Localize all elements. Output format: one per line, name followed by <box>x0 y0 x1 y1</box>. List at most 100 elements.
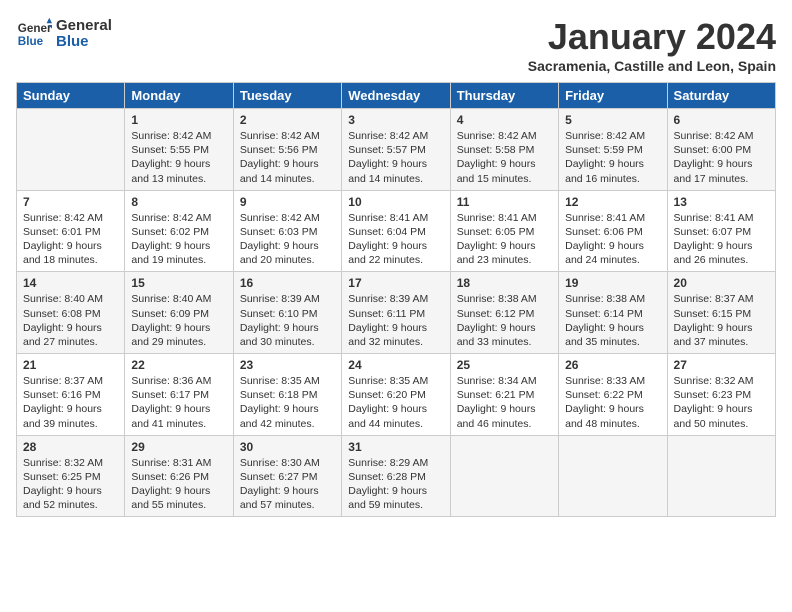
cell-text: Daylight: 9 hours <box>240 157 335 171</box>
cell-text: Sunrise: 8:32 AM <box>674 374 769 388</box>
cell-text: Sunset: 6:00 PM <box>674 143 769 157</box>
day-number: 5 <box>565 113 660 127</box>
calendar-cell: 2Sunrise: 8:42 AMSunset: 5:56 PMDaylight… <box>233 109 341 191</box>
calendar-cell: 15Sunrise: 8:40 AMSunset: 6:09 PMDayligh… <box>125 272 233 354</box>
cell-text: and 24 minutes. <box>565 253 660 267</box>
calendar-cell: 28Sunrise: 8:32 AMSunset: 6:25 PMDayligh… <box>17 435 125 517</box>
day-number: 24 <box>348 358 443 372</box>
cell-text: Daylight: 9 hours <box>348 402 443 416</box>
day-number: 4 <box>457 113 552 127</box>
cell-text: and 55 minutes. <box>131 498 226 512</box>
cell-text: Daylight: 9 hours <box>565 239 660 253</box>
cell-text: Sunset: 6:02 PM <box>131 225 226 239</box>
cell-text: Sunrise: 8:40 AM <box>131 292 226 306</box>
cell-text: Sunrise: 8:37 AM <box>674 292 769 306</box>
cell-text: and 44 minutes. <box>348 417 443 431</box>
cell-text: Sunrise: 8:42 AM <box>240 129 335 143</box>
cell-text: Daylight: 9 hours <box>565 402 660 416</box>
day-number: 27 <box>674 358 769 372</box>
cell-text: Daylight: 9 hours <box>240 484 335 498</box>
day-number: 6 <box>674 113 769 127</box>
day-number: 1 <box>131 113 226 127</box>
cell-text: Sunrise: 8:41 AM <box>674 211 769 225</box>
cell-text: Sunrise: 8:29 AM <box>348 456 443 470</box>
calendar-cell: 16Sunrise: 8:39 AMSunset: 6:10 PMDayligh… <box>233 272 341 354</box>
calendar-cell: 23Sunrise: 8:35 AMSunset: 6:18 PMDayligh… <box>233 354 341 436</box>
cell-text: Sunset: 6:03 PM <box>240 225 335 239</box>
cell-text: Daylight: 9 hours <box>240 321 335 335</box>
cell-text: Sunrise: 8:41 AM <box>565 211 660 225</box>
calendar-cell: 30Sunrise: 8:30 AMSunset: 6:27 PMDayligh… <box>233 435 341 517</box>
cell-text: and 30 minutes. <box>240 335 335 349</box>
day-header-sunday: Sunday <box>17 83 125 109</box>
calendar-header-row: SundayMondayTuesdayWednesdayThursdayFrid… <box>17 83 776 109</box>
cell-text: Sunset: 6:18 PM <box>240 388 335 402</box>
day-header-monday: Monday <box>125 83 233 109</box>
calendar-week-row: 28Sunrise: 8:32 AMSunset: 6:25 PMDayligh… <box>17 435 776 517</box>
cell-text: Sunrise: 8:42 AM <box>23 211 118 225</box>
cell-text: Sunrise: 8:38 AM <box>565 292 660 306</box>
cell-text: and 46 minutes. <box>457 417 552 431</box>
day-number: 15 <box>131 276 226 290</box>
svg-text:Blue: Blue <box>18 35 44 48</box>
cell-text: Sunrise: 8:35 AM <box>348 374 443 388</box>
cell-text: Sunset: 6:21 PM <box>457 388 552 402</box>
cell-text: Sunrise: 8:42 AM <box>131 211 226 225</box>
cell-text: Daylight: 9 hours <box>457 402 552 416</box>
cell-text: and 15 minutes. <box>457 172 552 186</box>
cell-text: and 27 minutes. <box>23 335 118 349</box>
cell-text: Daylight: 9 hours <box>131 239 226 253</box>
cell-text: Daylight: 9 hours <box>131 157 226 171</box>
day-header-tuesday: Tuesday <box>233 83 341 109</box>
cell-text: Daylight: 9 hours <box>131 321 226 335</box>
calendar-cell: 12Sunrise: 8:41 AMSunset: 6:06 PMDayligh… <box>559 190 667 272</box>
cell-text: and 14 minutes. <box>348 172 443 186</box>
cell-text: Daylight: 9 hours <box>674 239 769 253</box>
cell-text: and 14 minutes. <box>240 172 335 186</box>
cell-text: Sunset: 6:07 PM <box>674 225 769 239</box>
calendar-cell: 20Sunrise: 8:37 AMSunset: 6:15 PMDayligh… <box>667 272 775 354</box>
cell-text: Sunrise: 8:42 AM <box>240 211 335 225</box>
cell-text: Sunset: 5:57 PM <box>348 143 443 157</box>
cell-text: Daylight: 9 hours <box>565 321 660 335</box>
logo-icon: General Blue <box>16 16 52 52</box>
cell-text: Sunset: 6:11 PM <box>348 307 443 321</box>
day-number: 7 <box>23 195 118 209</box>
logo-blue: Blue <box>56 34 112 51</box>
svg-text:General: General <box>18 22 52 35</box>
cell-text: Sunset: 6:27 PM <box>240 470 335 484</box>
day-number: 22 <box>131 358 226 372</box>
day-number: 17 <box>348 276 443 290</box>
day-number: 12 <box>565 195 660 209</box>
day-number: 20 <box>674 276 769 290</box>
cell-text: Sunrise: 8:38 AM <box>457 292 552 306</box>
calendar-cell: 5Sunrise: 8:42 AMSunset: 5:59 PMDaylight… <box>559 109 667 191</box>
cell-text: Sunset: 6:05 PM <box>457 225 552 239</box>
calendar-cell: 25Sunrise: 8:34 AMSunset: 6:21 PMDayligh… <box>450 354 558 436</box>
calendar-cell: 7Sunrise: 8:42 AMSunset: 6:01 PMDaylight… <box>17 190 125 272</box>
cell-text: and 26 minutes. <box>674 253 769 267</box>
logo-general: General <box>56 18 112 35</box>
calendar-cell: 24Sunrise: 8:35 AMSunset: 6:20 PMDayligh… <box>342 354 450 436</box>
cell-text: Daylight: 9 hours <box>131 484 226 498</box>
day-number: 18 <box>457 276 552 290</box>
day-number: 23 <box>240 358 335 372</box>
calendar-cell <box>559 435 667 517</box>
cell-text: Sunset: 5:58 PM <box>457 143 552 157</box>
cell-text: and 32 minutes. <box>348 335 443 349</box>
calendar-cell: 19Sunrise: 8:38 AMSunset: 6:14 PMDayligh… <box>559 272 667 354</box>
cell-text: and 35 minutes. <box>565 335 660 349</box>
cell-text: Sunrise: 8:39 AM <box>240 292 335 306</box>
cell-text: and 33 minutes. <box>457 335 552 349</box>
cell-text: Daylight: 9 hours <box>23 484 118 498</box>
cell-text: Sunset: 6:17 PM <box>131 388 226 402</box>
calendar-cell <box>667 435 775 517</box>
cell-text: Sunrise: 8:42 AM <box>131 129 226 143</box>
cell-text: Daylight: 9 hours <box>674 321 769 335</box>
day-number: 21 <box>23 358 118 372</box>
cell-text: Sunrise: 8:40 AM <box>23 292 118 306</box>
day-number: 11 <box>457 195 552 209</box>
cell-text: Daylight: 9 hours <box>240 239 335 253</box>
logo: General Blue General Blue <box>16 16 112 52</box>
cell-text: Daylight: 9 hours <box>457 321 552 335</box>
